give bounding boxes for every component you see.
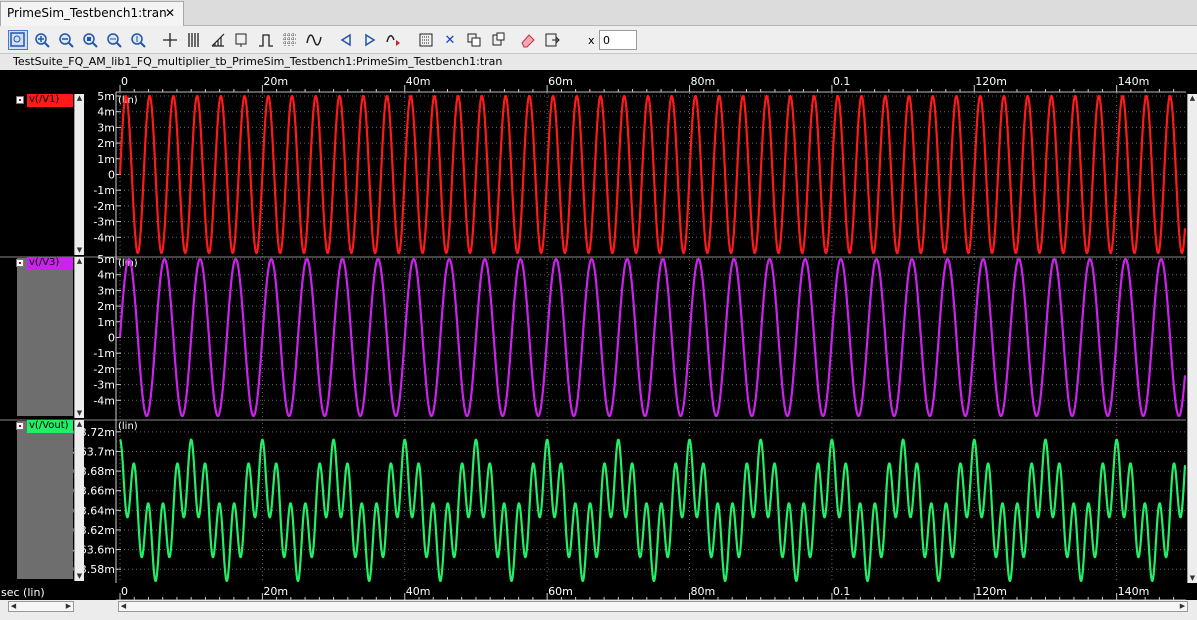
- crosshair-icon[interactable]: [160, 30, 180, 50]
- waveform-area: 0 20m 40m 60m 80m 0.1 120m 140m 0 20m 40m 60m 80m 0.1…: [0, 70, 1197, 600]
- y-tick-label: 3m: [97, 284, 115, 297]
- y-tick-label: 4m: [97, 106, 115, 119]
- signal-select-icon[interactable]: [16, 96, 24, 104]
- time-tick-label: 0.1: [833, 585, 851, 598]
- signal-select-icon[interactable]: [16, 259, 24, 267]
- y-tick-label: -3m: [93, 216, 115, 229]
- time-tick-label: 60m: [548, 75, 573, 88]
- zoom-fit-icon[interactable]: [8, 30, 28, 50]
- scroll-left-icon[interactable]: ◀: [9, 602, 18, 611]
- time-tick-label: 0: [121, 75, 128, 88]
- signal-label-vout[interactable]: v(/Vout): [27, 420, 73, 433]
- close-icon[interactable]: ✕: [165, 2, 175, 25]
- time-tick-label: 140m: [1118, 585, 1150, 598]
- panel-scrollbar[interactable]: ▲ ▼: [74, 420, 84, 581]
- panel-scrollbar[interactable]: ▲ ▼: [74, 94, 84, 255]
- y-tick-label: 4m: [97, 269, 115, 282]
- y-tick-label: 5m: [97, 90, 115, 103]
- y-tick-label: -1m: [93, 347, 115, 360]
- time-tick-label: 40m: [406, 585, 431, 598]
- signal-label-v1[interactable]: v(/V1): [27, 94, 73, 107]
- y-tick-label: 5m: [97, 253, 115, 266]
- y-tick-label: 0: [108, 332, 115, 345]
- grid-icon[interactable]: [280, 30, 300, 50]
- time-tick-label: 140m: [1118, 75, 1150, 88]
- time-tick-label: 20m: [263, 585, 288, 598]
- signal-panel-v3: [17, 258, 73, 416]
- scroll-up-icon[interactable]: ▲: [75, 257, 84, 266]
- scroll-left-icon[interactable]: ◀: [119, 602, 128, 611]
- left-arrow-icon[interactable]: [336, 30, 356, 50]
- testbench-title: TestSuite_FQ_AM_lib1_FQ_multiplier_tb_Pr…: [0, 54, 1197, 70]
- time-unit-label: sec (lin): [1, 586, 45, 599]
- export-icon[interactable]: [542, 30, 562, 50]
- waveform-viewer: PrimeSim_Testbench1:tran ✕ ✕ x TestSuite…: [0, 0, 1197, 620]
- eraser-icon[interactable]: [518, 30, 538, 50]
- scroll-up-icon[interactable]: ▲: [75, 94, 84, 103]
- paste-icon[interactable]: [488, 30, 508, 50]
- main-vertical-scrollbar[interactable]: ▲ ▼: [1187, 94, 1197, 583]
- time-tick-label: 80m: [691, 75, 716, 88]
- scroll-down-icon[interactable]: ▼: [75, 572, 84, 581]
- right-arrow-icon[interactable]: [360, 30, 380, 50]
- zoom-x-icon[interactable]: [104, 30, 124, 50]
- lin-label: (lin): [118, 421, 138, 432]
- time-tick-label: 20m: [263, 75, 288, 88]
- y-tick-label: -2m: [93, 200, 115, 213]
- waveform-icon[interactable]: [304, 30, 324, 50]
- panel-scrollbar[interactable]: ▲ ▼: [74, 257, 84, 418]
- time-tick-label: 0: [121, 585, 128, 598]
- zoom-y-icon[interactable]: [128, 30, 148, 50]
- x-input[interactable]: [599, 30, 637, 50]
- y-tick-label: -4m: [93, 231, 115, 244]
- y-tick-label: -3m: [93, 379, 115, 392]
- time-tick-label: 0.1: [833, 75, 851, 88]
- delete-icon[interactable]: ✕: [440, 30, 460, 50]
- zoom-fit-all-icon[interactable]: [80, 30, 100, 50]
- tab-bar: PrimeSim_Testbench1:tran ✕: [0, 0, 1197, 26]
- zoom-in-icon[interactable]: [32, 30, 52, 50]
- label-horizontal-scrollbar[interactable]: ◀ ▶: [8, 601, 74, 612]
- time-tick-label: 60m: [548, 585, 573, 598]
- tab-primesim-tran[interactable]: PrimeSim_Testbench1:tran ✕: [0, 1, 184, 26]
- time-tick-label: 80m: [691, 585, 716, 598]
- tab-label: PrimeSim_Testbench1:tran: [7, 6, 167, 20]
- signal-panel-vout: [17, 421, 73, 579]
- time-tick-label: 120m: [975, 585, 1007, 598]
- scroll-right-icon[interactable]: ▶: [1178, 602, 1187, 611]
- signal-panel-v1: [17, 95, 73, 253]
- scroll-right-icon[interactable]: ▶: [64, 602, 73, 611]
- copy-icon[interactable]: [464, 30, 484, 50]
- toolbar: ✕ x: [0, 27, 1197, 54]
- measure-icon[interactable]: [208, 30, 228, 50]
- time-tick-label: 120m: [975, 75, 1007, 88]
- y-tick-label: 1m: [97, 316, 115, 329]
- signal-label-v3[interactable]: v(/V3): [27, 257, 73, 270]
- time-tick-label: 40m: [406, 75, 431, 88]
- y-tick-label: 1m: [97, 153, 115, 166]
- y-tick-label: 2m: [97, 300, 115, 313]
- y-tick-label: -4m: [93, 394, 115, 407]
- scroll-down-icon[interactable]: ▼: [1188, 574, 1197, 583]
- marker-icon[interactable]: [232, 30, 252, 50]
- y-tick-label: 3m: [97, 121, 115, 134]
- y-tick-label: -2m: [93, 363, 115, 376]
- pulse-icon[interactable]: [256, 30, 276, 50]
- y-tick-label: 2m: [97, 137, 115, 150]
- waveform-plot[interactable]: 0 20m 40m 60m 80m 0.1 120m 140m 0 20m 40m 60m 80m 0.1…: [0, 70, 1197, 600]
- x-label: x: [588, 34, 595, 47]
- signal-select-icon[interactable]: [16, 422, 24, 430]
- vertical-bars-icon[interactable]: [184, 30, 204, 50]
- scroll-up-icon[interactable]: ▲: [1188, 94, 1197, 103]
- edge-icon[interactable]: [384, 30, 404, 50]
- zoom-out-icon[interactable]: [56, 30, 76, 50]
- y-tick-label: 0: [108, 169, 115, 182]
- scroll-down-icon[interactable]: ▼: [75, 246, 84, 255]
- scroll-up-icon[interactable]: ▲: [75, 420, 84, 429]
- scroll-down-icon[interactable]: ▼: [75, 409, 84, 418]
- y-tick-label: -1m: [93, 184, 115, 197]
- time-horizontal-scrollbar[interactable]: ◀ ▶: [118, 601, 1188, 612]
- dots-icon[interactable]: [416, 30, 436, 50]
